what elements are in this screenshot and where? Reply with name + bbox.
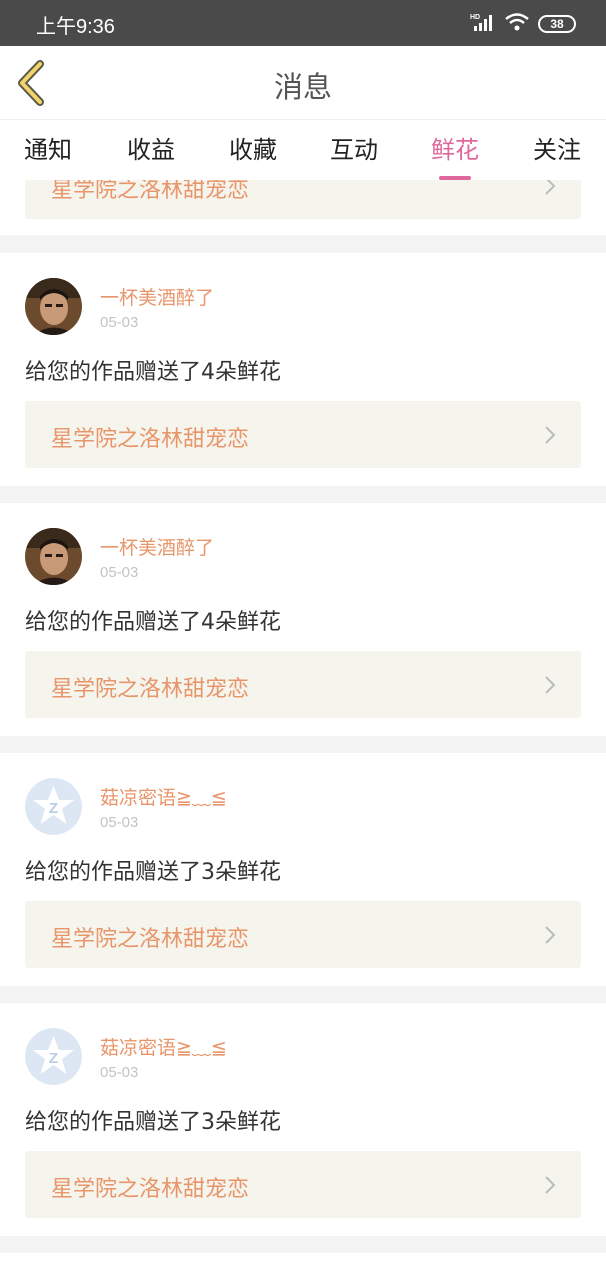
default-star-avatar-icon: Z: [25, 778, 82, 835]
tab-notification[interactable]: 通知: [13, 130, 83, 165]
page-title: 消息: [273, 70, 332, 104]
svg-text:Z: Z: [49, 1050, 58, 1067]
battery-icon: 38: [538, 15, 576, 33]
default-star-avatar-icon: Z: [25, 1028, 82, 1085]
tab-bar: 通知 收益 收藏 互动 鲜花 关注: [0, 120, 606, 180]
tab-flowers[interactable]: 鲜花: [420, 130, 490, 180]
message-date: 05-03: [100, 314, 139, 331]
svg-text:Z: Z: [49, 800, 58, 817]
message-date: 05-03: [100, 814, 139, 831]
chevron-right-icon: [545, 676, 556, 694]
message-text: 给您的作品赠送了3朵鲜花: [25, 1110, 281, 1135]
username[interactable]: 菇凉密语≧﹏≦: [100, 1033, 227, 1060]
work-link[interactable]: 星学院之洛林甜宠恋: [25, 401, 581, 468]
list-item: 一杯美酒醉了 05-03 给您的作品赠送了4朵鲜花 星学院之洛林甜宠恋: [0, 253, 606, 486]
chevron-right-icon: [545, 1176, 556, 1194]
message-date: 05-03: [100, 1064, 139, 1081]
status-bar: 上午9:36 HD 38: [0, 0, 606, 46]
tab-earnings[interactable]: 收益: [116, 130, 186, 165]
work-link[interactable]: 星学院之洛林甜宠恋: [25, 901, 581, 968]
avatar[interactable]: Z: [25, 778, 82, 835]
work-link[interactable]: 星学院之洛林甜宠恋: [25, 180, 581, 219]
message-text: 给您的作品赠送了3朵鲜花: [25, 860, 281, 885]
username[interactable]: 一杯美酒醉了: [100, 533, 214, 560]
avatar[interactable]: [25, 528, 82, 585]
chevron-right-icon: [545, 180, 556, 195]
list-item: 星学院之洛林甜宠恋: [0, 180, 606, 235]
tab-favorites[interactable]: 收藏: [218, 130, 288, 165]
message-text: 给您的作品赠送了4朵鲜花: [25, 610, 281, 635]
tab-following[interactable]: 关注: [522, 130, 592, 165]
tab-flowers-label: 鲜花: [431, 136, 479, 164]
status-time: 上午9:36: [36, 16, 115, 38]
message-list[interactable]: 星学院之洛林甜宠恋 一杯美酒醉了 05-03 给您的作品赠送了4朵鲜花 星学院之…: [0, 180, 606, 1280]
list-item: [0, 1253, 606, 1280]
nav-header: 消息: [0, 46, 606, 120]
avatar[interactable]: Z: [25, 1028, 82, 1085]
tab-interaction[interactable]: 互动: [319, 130, 389, 165]
wifi-icon: [504, 12, 530, 36]
work-link[interactable]: 星学院之洛林甜宠恋: [25, 1151, 581, 1218]
avatar[interactable]: [25, 278, 82, 335]
list-item: 一杯美酒醉了 05-03 给您的作品赠送了4朵鲜花 星学院之洛林甜宠恋: [0, 503, 606, 736]
list-item: Z 菇凉密语≧﹏≦ 05-03 给您的作品赠送了3朵鲜花 星学院之洛林甜宠恋: [0, 753, 606, 986]
work-title: 星学院之洛林甜宠恋: [51, 180, 250, 203]
work-link[interactable]: 星学院之洛林甜宠恋: [25, 651, 581, 718]
work-title: 星学院之洛林甜宠恋: [51, 927, 250, 952]
list-item: Z 菇凉密语≧﹏≦ 05-03 给您的作品赠送了3朵鲜花 星学院之洛林甜宠恋: [0, 1003, 606, 1236]
username[interactable]: 菇凉密语≧﹏≦: [100, 783, 227, 810]
status-icons: HD 38: [470, 12, 576, 36]
message-text: 给您的作品赠送了4朵鲜花: [25, 360, 281, 385]
work-title: 星学院之洛林甜宠恋: [51, 1177, 250, 1202]
work-title: 星学院之洛林甜宠恋: [51, 677, 250, 702]
signal-icon: HD: [470, 12, 496, 36]
chevron-right-icon: [545, 426, 556, 444]
chevron-right-icon: [545, 926, 556, 944]
work-title: 星学院之洛林甜宠恋: [51, 427, 250, 452]
network-hd-label: HD: [470, 14, 480, 21]
username[interactable]: 一杯美酒醉了: [100, 283, 214, 310]
message-date: 05-03: [100, 564, 139, 581]
